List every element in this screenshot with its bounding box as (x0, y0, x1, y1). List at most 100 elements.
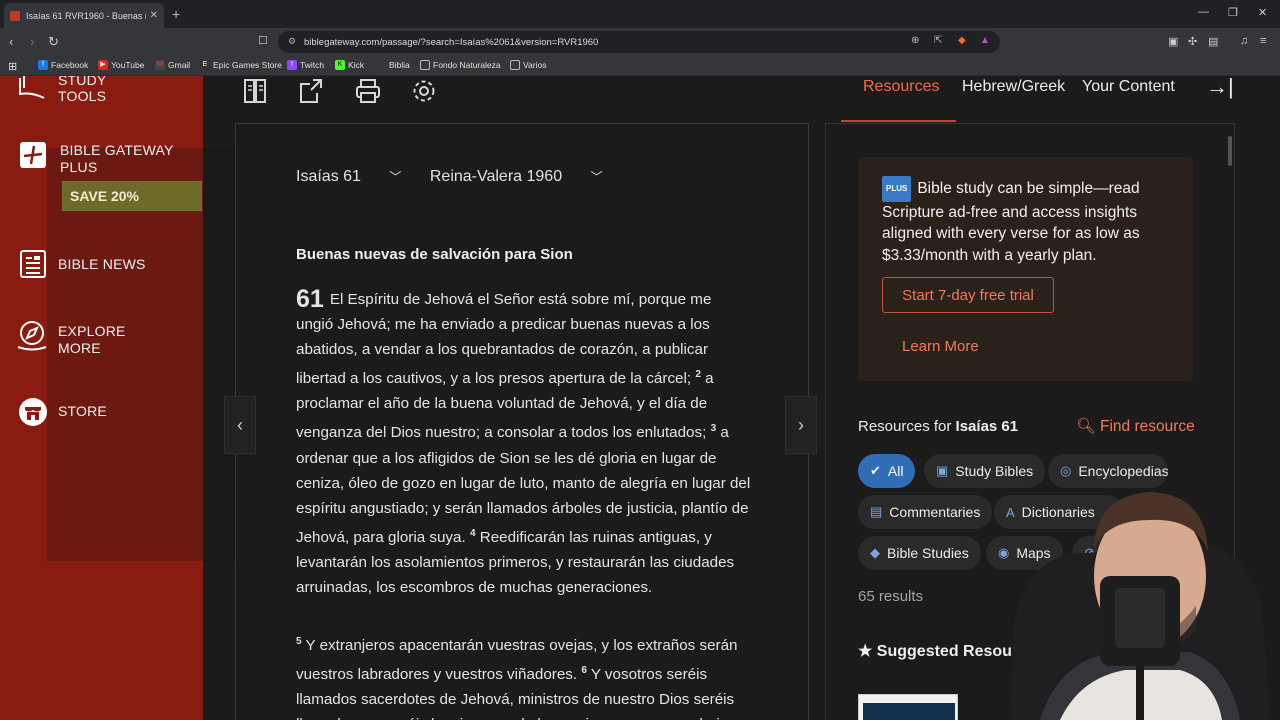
resources-prefix: Resources for (858, 418, 956, 435)
bookmark-twitch[interactable]: t Twitch (287, 60, 324, 70)
browser-tab[interactable]: Isaías 61 RVR1960 - Buenas nue... ✕ (4, 3, 164, 28)
sidebar-item-plus[interactable]: BIBLE GATEWAY PLUS (20, 142, 174, 176)
sidebar-item-explore[interactable]: EXPLORE MORE (16, 320, 126, 357)
favicon-icon (10, 10, 20, 21)
promo-text: Bible study can be simple—read Scripture… (882, 180, 1140, 265)
compass-icon (16, 320, 48, 352)
resources-ref: Isaías 61 (955, 418, 1019, 435)
search-icon: 🔍︎ (1076, 418, 1096, 435)
resource-tabs: Resources Hebrew/Greek Your Content →| (840, 76, 1280, 122)
close-tab-icon[interactable]: ✕ (150, 10, 158, 21)
bookmark-kick[interactable]: K Kick (335, 60, 364, 70)
find-resource-link[interactable]: 🔍︎ Find resource (1076, 417, 1195, 436)
blank-favicon-icon (376, 60, 386, 70)
reload-icon[interactable]: ↻ (48, 34, 59, 50)
study-bible-icon: ▣ (936, 463, 949, 478)
apps-icon[interactable]: ⊞ (8, 60, 17, 73)
version-select[interactable]: Reina-Valera 1960 ﹀ (430, 168, 603, 185)
settings-gear-icon[interactable] (411, 78, 441, 108)
maximize-icon[interactable]: ❐ (1228, 6, 1238, 19)
media-icon[interactable]: ♫ (1240, 35, 1248, 47)
plus-logo-icon (20, 142, 46, 168)
filter-chip-all[interactable]: ✔ All (858, 454, 916, 488)
zoom-icon[interactable]: ⊕ (911, 35, 919, 46)
bookmark-biblia[interactable]: Biblia (376, 60, 410, 70)
news-label: BIBLE NEWS (58, 256, 146, 272)
folder-icon (420, 60, 430, 70)
chip-label: Bible Studies (887, 545, 969, 561)
star-icon: ★ (858, 643, 873, 660)
print-icon[interactable] (355, 78, 385, 108)
chevron-left-icon: ‹ (237, 414, 243, 435)
sidebar-item-study-tools[interactable]: STUDY TOOLS (16, 76, 106, 104)
chapter-select[interactable]: Isaías 61 ﹀ (296, 168, 401, 185)
tab-resources[interactable]: Resources (863, 78, 939, 96)
bookmark-youtube[interactable]: ▶ YouTube (98, 60, 144, 70)
filter-chip-commentaries[interactable]: ▤ Commentaries (858, 495, 993, 529)
extension-icon[interactable]: ▣ (1168, 35, 1178, 48)
sidebar-item-store[interactable]: STORE (18, 396, 107, 428)
gmail-icon: M (155, 60, 165, 70)
promo-text-block: PLUS Bible study can be simple—read Scrip… (882, 176, 1182, 267)
find-resource-label: Find resource (1100, 418, 1195, 435)
wallet-icon[interactable]: ▤ (1208, 35, 1218, 48)
address-bar-row: ‹ › ↻ ☐ ⚙ biblegateway.com/passage/?sear… (0, 28, 1280, 56)
previous-chapter-button[interactable]: ‹ (224, 396, 256, 454)
youtube-icon: ▶ (98, 60, 108, 70)
chapter-number: 61 (296, 285, 324, 313)
url-field[interactable]: ⚙ biblegateway.com/passage/?search=Isaía… (278, 31, 1000, 53)
back-icon[interactable]: ‹ (9, 34, 13, 49)
bookmark-facebook[interactable]: f Facebook (38, 60, 88, 70)
news-icon (18, 248, 48, 280)
plus-badge: PLUS (882, 176, 912, 202)
verse-number: 5 (296, 636, 302, 647)
close-window-icon[interactable]: ✕ (1258, 6, 1267, 19)
next-chapter-button[interactable]: › (785, 396, 817, 454)
brave-rewards-icon[interactable]: ▲ (980, 35, 990, 46)
site-info-icon[interactable]: ⚙ (288, 36, 296, 47)
share-icon[interactable] (299, 78, 329, 108)
share-icon[interactable]: ⇱ (934, 35, 942, 46)
brave-shield-icon[interactable]: ◆ (958, 35, 966, 46)
suggested-resource-thumbnail[interactable] (858, 694, 958, 720)
verse-number: 3 (710, 423, 717, 435)
active-tab-indicator (841, 120, 956, 122)
minimize-icon[interactable]: — (1198, 6, 1209, 18)
passage-paragraph-2: 5 Y extranjeros apacentarán vuestras ove… (296, 629, 751, 720)
forward-icon[interactable]: › (30, 34, 34, 49)
save-20-badge[interactable]: SAVE 20% (62, 181, 202, 211)
epic-icon: E (200, 60, 210, 70)
bookmark-page-icon[interactable]: ☐ (258, 34, 268, 47)
sidebar-item-news[interactable]: BIBLE NEWS (18, 248, 146, 280)
collapse-panel-icon[interactable]: →| (1206, 76, 1234, 100)
study-tools-icon (16, 76, 48, 104)
extensions-puzzle-icon[interactable]: ✣ (1188, 35, 1197, 48)
bookmark-fondo[interactable]: Fondo Naturaleza (420, 60, 501, 70)
explore-label-1: EXPLORE (58, 323, 126, 339)
chapter-select-label: Isaías 61 (296, 168, 361, 185)
version-select-label: Reina-Valera 1960 (429, 168, 563, 185)
chevron-right-icon: › (798, 414, 804, 435)
chip-label: All (887, 463, 904, 479)
new-tab-icon[interactable]: + (172, 6, 180, 22)
resources-heading: Resources for Isaías 61 (858, 418, 1018, 435)
bookmark-varios[interactable]: Varios (510, 60, 546, 70)
twitch-icon: t (287, 60, 297, 70)
bookmark-epic[interactable]: E Epic Games Store (200, 60, 282, 70)
plus-label-2: PLUS (60, 159, 98, 175)
tab-hebrew-greek[interactable]: Hebrew/Greek (962, 78, 1065, 96)
parallel-view-icon[interactable] (243, 78, 273, 108)
tab-your-content[interactable]: Your Content (1082, 78, 1175, 96)
learn-more-link[interactable]: Learn More (902, 338, 979, 355)
menu-icon[interactable]: ≡ (1260, 35, 1266, 47)
filter-chip-bible-studies[interactable]: ◆ Bible Studies (858, 536, 981, 570)
scrollbar[interactable] (1228, 136, 1232, 166)
passage-paragraph-1: 61 El Espíritu de Jehová el Señor está so… (296, 285, 751, 600)
comment-icon: ▤ (870, 504, 883, 519)
start-trial-button[interactable]: Start 7-day free trial (882, 277, 1054, 313)
bookmark-gmail[interactable]: M Gmail (155, 60, 190, 70)
book-cover (863, 703, 955, 720)
explore-label-2: MORE (58, 340, 101, 356)
chip-label: Commentaries (889, 504, 981, 520)
folder-icon (510, 60, 520, 70)
